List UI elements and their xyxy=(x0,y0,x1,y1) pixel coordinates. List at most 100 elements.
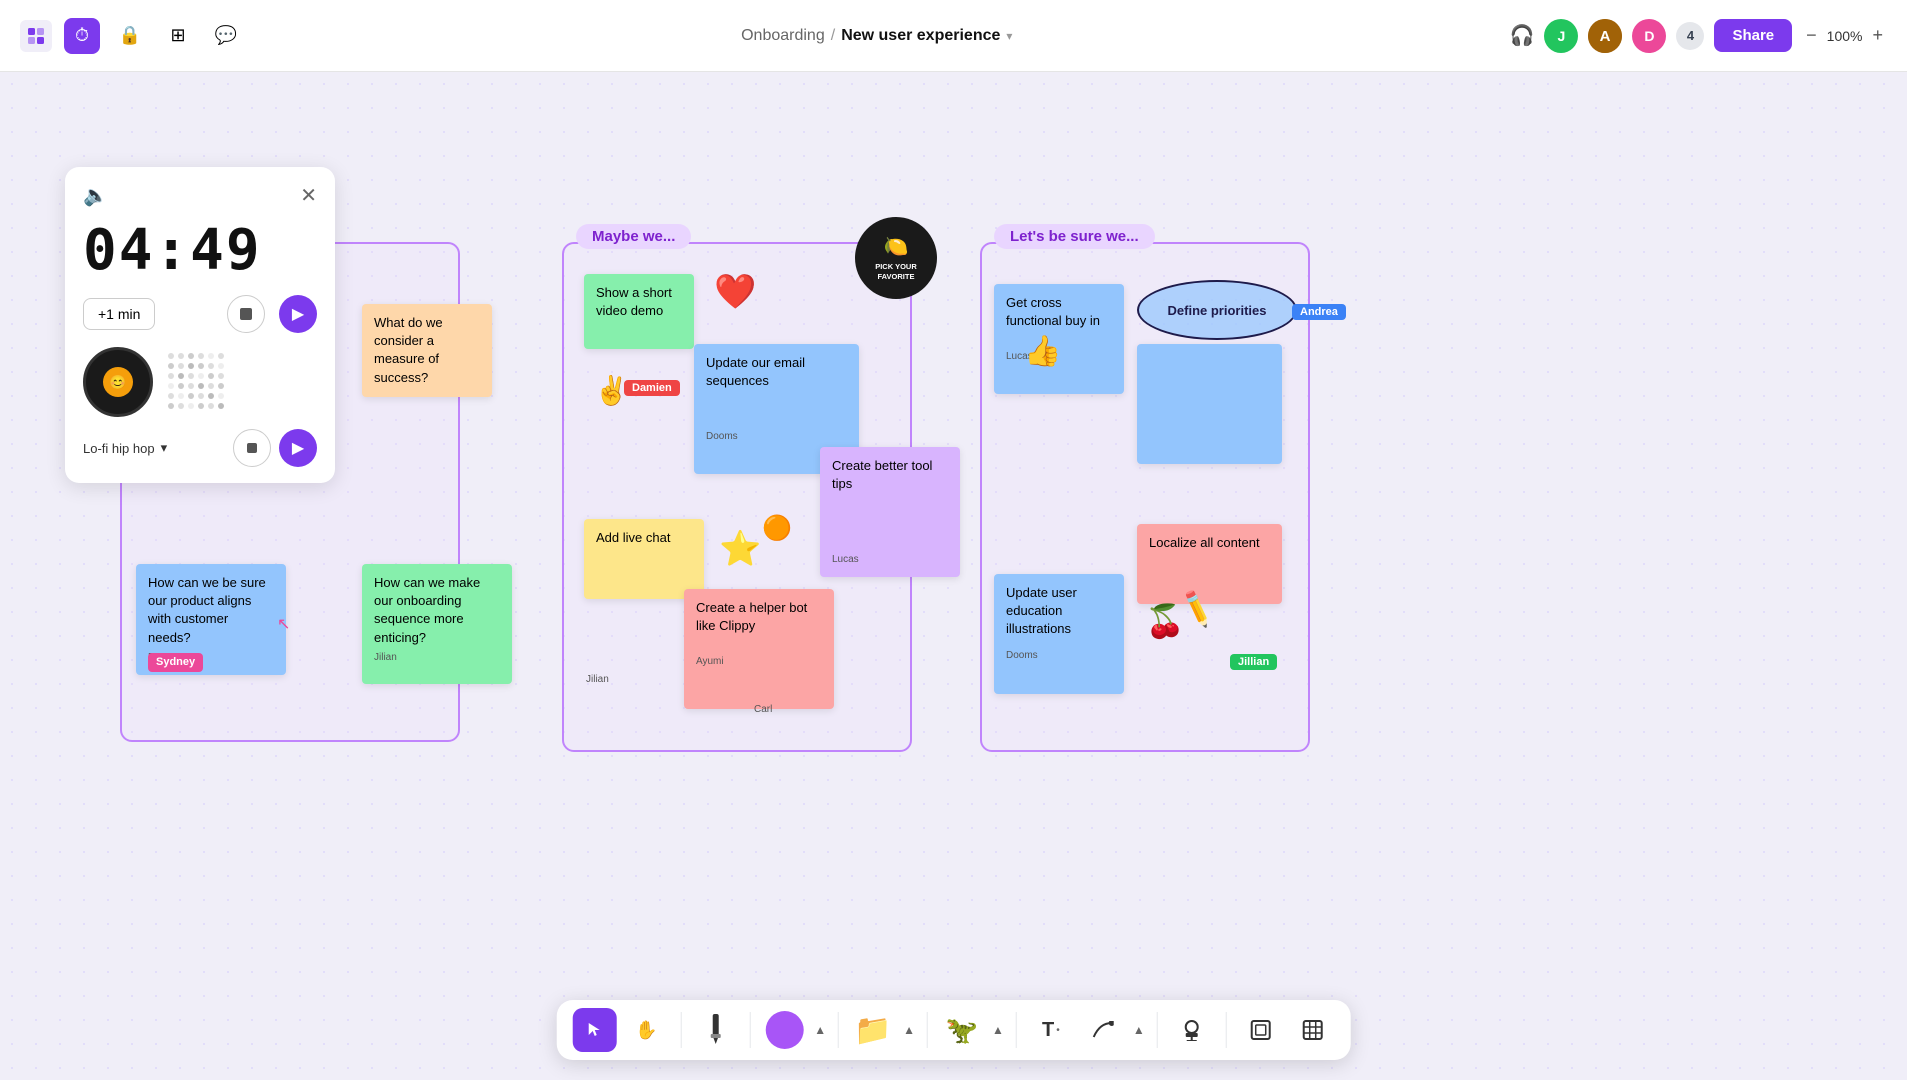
heart-emoji: ❤️ xyxy=(714,272,756,312)
cursor-damien: Damien xyxy=(624,380,680,396)
canvas-area[interactable]: 🔈 ✕ 04:49 +1 min ▶ 😊 xyxy=(0,72,1907,1080)
share-button[interactable]: Share xyxy=(1714,19,1792,52)
top-navigation: ⏱ 🔒 ⊞ 💬 Onboarding / New user experience… xyxy=(0,0,1907,72)
user-ayumi: Ayumi xyxy=(696,655,822,669)
folder-tool-button[interactable]: 📁 xyxy=(851,1008,895,1052)
sticky-text: How can we be sure our product aligns wi… xyxy=(148,575,266,645)
timer-stop-button[interactable] xyxy=(227,295,265,333)
breadcrumb-separator: / xyxy=(831,27,835,45)
logo-button[interactable] xyxy=(20,20,52,52)
timer-tool-btn[interactable]: ⏱ xyxy=(64,18,100,54)
define-priorities-annotation: Define priorities xyxy=(1137,280,1297,340)
jillian-cursor-area: ↖ Jillian xyxy=(1230,652,1243,672)
stamp-tool-button[interactable] xyxy=(1170,1008,1214,1052)
zoom-in-button[interactable]: + xyxy=(1868,25,1887,46)
user-jilian-label: Jilian xyxy=(586,674,609,685)
pick-favorite-badge: 🍋 PICK YOURFAVORITE xyxy=(855,217,937,299)
toolbar-divider-3 xyxy=(838,1012,839,1048)
star-emoji: ⭐ xyxy=(719,529,761,569)
sticky-text: How can we make our onboarding sequence … xyxy=(374,575,480,645)
vinyl-icon: 😊 xyxy=(83,347,153,417)
timer-music-section: 😊 xyxy=(83,347,317,417)
music-label[interactable]: Lo-fi hip hop ▾ xyxy=(83,440,167,456)
pen-tool-button[interactable] xyxy=(693,1008,737,1052)
sticky-better-tooltips[interactable]: Create better tool tips Lucas xyxy=(820,447,960,577)
headphone-icon[interactable]: 🎧 xyxy=(1510,23,1535,48)
sticky-update-illustrations[interactable]: Update user education illustrations Doom… xyxy=(994,574,1124,694)
table-tool-button-2[interactable] xyxy=(1291,1008,1335,1052)
music-play-button[interactable]: ▶ xyxy=(279,429,317,467)
sticky-show-video[interactable]: Show a short video demo xyxy=(584,274,694,349)
user-carl: Carl xyxy=(754,704,772,715)
toolbar-divider-2 xyxy=(749,1012,750,1048)
sticky-localize[interactable]: Localize all content xyxy=(1137,524,1282,604)
music-stop-button[interactable] xyxy=(233,429,271,467)
sticky-text: Create a helper bot like Clippy xyxy=(696,600,807,633)
timer-close-button[interactable]: ✕ xyxy=(300,183,317,208)
zoom-control: − 100% + xyxy=(1802,25,1887,46)
sticky-text: What do we consider a measure of success… xyxy=(374,315,443,385)
breadcrumb-link[interactable]: Onboarding xyxy=(741,27,825,45)
avatar-count: 4 xyxy=(1676,22,1704,50)
shape-tool-button[interactable] xyxy=(762,1008,806,1052)
shape-chevron[interactable]: ▲ xyxy=(814,1023,826,1037)
chevron-down-icon: ▾ xyxy=(161,440,168,456)
sticker-chevron[interactable]: ▲ xyxy=(992,1023,1004,1037)
select-tool-button[interactable] xyxy=(572,1008,616,1052)
zoom-out-button[interactable]: − xyxy=(1802,25,1821,46)
toolbar-divider-7 xyxy=(1226,1012,1227,1048)
bottom-toolbar: ✋ ▲ 📁 ▲ 🦖 ▲ T • ▲ xyxy=(556,1000,1351,1060)
sticky-text: Update user education illustrations xyxy=(1006,585,1077,636)
sticky-add-live-chat[interactable]: Add live chat xyxy=(584,519,704,599)
nav-right-section: 🎧 J A D 4 Share − 100% + xyxy=(1510,19,1887,53)
toolbar-divider-1 xyxy=(680,1012,681,1048)
timer-add-minute-button[interactable]: +1 min xyxy=(83,298,155,330)
lock-tool-btn[interactable]: 🔒 xyxy=(112,18,148,54)
sticky-text: Get cross functional buy in xyxy=(1006,295,1100,328)
timer-controls: +1 min ▶ xyxy=(83,295,317,333)
user-dooms2: Dooms xyxy=(706,430,847,444)
connector-tool-button[interactable] xyxy=(1081,1008,1125,1052)
timer-widget: 🔈 ✕ 04:49 +1 min ▶ 😊 xyxy=(65,167,335,483)
pick-fav-text: PICK YOURFAVORITE xyxy=(875,262,917,282)
sure-we-section: Let's be sure we... Get cross functional… xyxy=(980,242,1310,752)
cursor-arrow-sydney: ↖ xyxy=(277,614,290,634)
folder-chevron[interactable]: ▲ xyxy=(903,1023,915,1037)
cursor-sydney: Sydney xyxy=(148,653,203,672)
cursor-jillian: Jillian xyxy=(1230,654,1277,670)
avatar-d: D xyxy=(1632,19,1666,53)
sticky-onboarding[interactable]: How can we make our onboarding sequence … xyxy=(362,564,512,684)
sticky-define-area[interactable] xyxy=(1137,344,1282,464)
music-controls-bottom: Lo-fi hip hop ▾ ▶ xyxy=(83,429,317,467)
maybe-we-label: Maybe we... xyxy=(576,224,691,249)
music-label-text: Lo-fi hip hop xyxy=(83,441,155,456)
thumbs-up-reaction: 👍 xyxy=(1024,334,1061,369)
breadcrumb-chevron[interactable]: ▾ xyxy=(1006,29,1012,43)
text-tool-dot: • xyxy=(1056,1025,1060,1036)
annotation-text: Define priorities xyxy=(1168,303,1267,318)
breadcrumb-current: New user experience xyxy=(841,27,1000,45)
vinyl-inner: 😊 xyxy=(103,367,133,397)
connector-chevron[interactable]: ▲ xyxy=(1133,1023,1145,1037)
comment-tool-btn[interactable]: 💬 xyxy=(208,18,244,54)
toolbar-divider-5 xyxy=(1016,1012,1017,1048)
music-wave xyxy=(167,352,227,412)
sticky-text: Localize all content xyxy=(1149,535,1260,550)
table-tool-btn[interactable]: ⊞ xyxy=(160,18,196,54)
sticky-align-product[interactable]: How can we be sure our product aligns wi… xyxy=(136,564,286,675)
timer-play-button[interactable]: ▶ xyxy=(279,295,317,333)
user-dooms4: Dooms xyxy=(1006,649,1112,663)
avatar-j: J xyxy=(1544,19,1578,53)
sticky-what-success[interactable]: What do we consider a measure of success… xyxy=(362,304,492,397)
sticker-tool-button[interactable]: 🦖 xyxy=(940,1008,984,1052)
sound-icon[interactable]: 🔈 xyxy=(83,183,108,208)
zoom-value: 100% xyxy=(1827,28,1863,44)
sticky-text: Update our email sequences xyxy=(706,355,805,388)
sticky-text: Show a short video demo xyxy=(596,285,672,318)
sticky-helper-bot[interactable]: Create a helper bot like Clippy Ayumi xyxy=(684,589,834,709)
cookie-emoji: 🟠 xyxy=(762,514,792,543)
frame-tool-button[interactable] xyxy=(1239,1008,1283,1052)
hand-tool-button[interactable]: ✋ xyxy=(624,1008,668,1052)
sticky-text: Add live chat xyxy=(596,530,670,545)
text-tool-button[interactable]: T • xyxy=(1029,1008,1073,1052)
